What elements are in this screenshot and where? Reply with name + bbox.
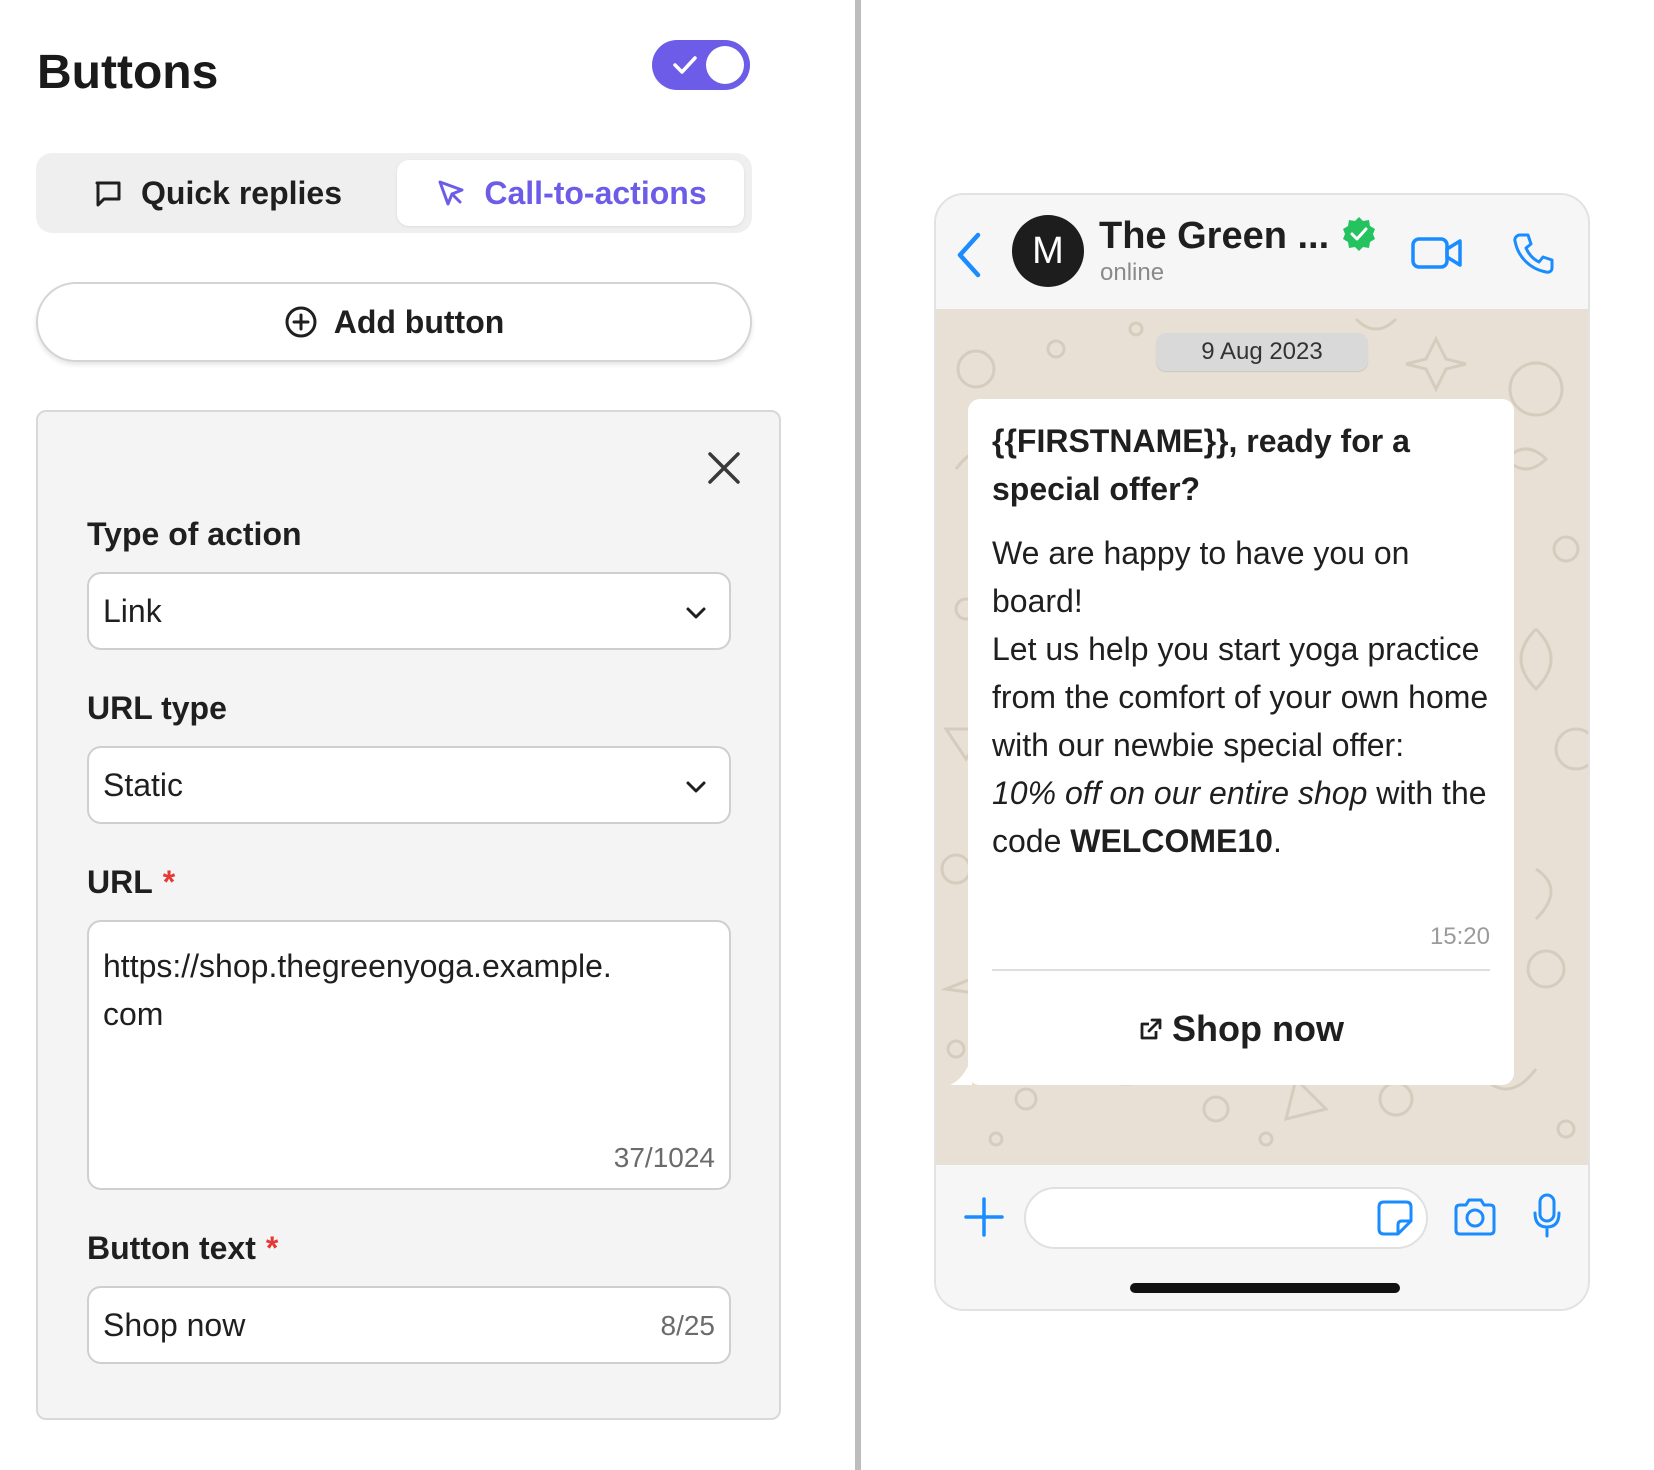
button-text-value: Shop now <box>103 1306 246 1343</box>
url-value: https://shop.thegreenyoga.example.com <box>103 948 612 1032</box>
video-call-icon[interactable] <box>1410 231 1464 275</box>
phone-call-icon[interactable] <box>1512 231 1556 275</box>
chat-bubble-icon <box>95 181 121 207</box>
chevron-down-icon <box>686 781 706 793</box>
section-title: Buttons <box>37 46 219 99</box>
shop-now-label: Shop now <box>1172 1008 1344 1049</box>
home-indicator <box>1130 1283 1400 1293</box>
message-input[interactable] <box>1024 1187 1428 1249</box>
contact-name: The Green ... <box>1099 215 1330 257</box>
message-divider <box>992 969 1490 971</box>
type-of-action-value: Link <box>103 592 162 629</box>
button-config-card: Type of action Link URL type Static URL *… <box>36 410 781 1420</box>
type-of-action-select[interactable]: Link <box>87 572 731 650</box>
chat-area: 9 Aug 2023 {{FIRSTNAME}}, ready for a sp… <box>936 309 1588 1165</box>
type-of-action-label: Type of action <box>87 516 302 552</box>
add-button[interactable]: Add button <box>36 282 752 362</box>
button-editor-panel: Buttons Quick replies Call-to-actions Ad… <box>0 0 858 1470</box>
message-time: 15:20 <box>1429 923 1490 950</box>
avatar: M <box>1012 215 1084 287</box>
add-button-label: Add button <box>333 303 505 340</box>
url-textarea[interactable]: https://shop.thegreenyoga.example.com 37… <box>87 920 731 1190</box>
sticker-icon[interactable] <box>1376 1199 1414 1237</box>
button-text-label: Button text * <box>87 1230 279 1266</box>
url-char-counter: 37/1024 <box>613 1142 715 1173</box>
chat-input-bar <box>936 1165 1588 1309</box>
buttons-toggle[interactable] <box>652 40 750 90</box>
chat-header: M The Green ... online <box>936 195 1588 309</box>
url-type-value: Static <box>103 766 184 803</box>
date-divider: 9 Aug 2023 <box>1156 333 1368 371</box>
verified-badge-icon <box>1343 217 1375 251</box>
required-mark: * <box>265 1230 279 1266</box>
chevron-down-icon <box>686 607 706 619</box>
message-line-2: Let us help you start yoga practice from… <box>992 631 1489 763</box>
close-icon[interactable] <box>704 448 744 488</box>
message-body: We are happy to have you on board! Let u… <box>992 529 1492 865</box>
tab-call-to-actions-label: Call-to-actions <box>484 174 707 211</box>
message-end: . <box>1272 823 1282 859</box>
message-header: {{FIRSTNAME}}, ready for a special offer… <box>992 423 1410 507</box>
cursor-click-icon <box>438 180 464 206</box>
tab-call-to-actions[interactable]: Call-to-actions <box>397 160 744 226</box>
shop-now-cta-button[interactable]: Shop now <box>968 989 1514 1069</box>
whatsapp-preview: M The Green ... online 9 Aug 2023 {{FIRS… <box>934 193 1590 1311</box>
button-type-tabs: Quick replies Call-to-actions <box>36 153 752 233</box>
back-arrow-icon[interactable] <box>950 229 990 281</box>
toggle-knob <box>706 46 744 84</box>
plus-circle-icon <box>285 306 317 338</box>
contact-status: online <box>1100 259 1165 286</box>
button-text-input[interactable]: Shop now 8/25 <box>87 1286 731 1364</box>
message-promo-code: WELCOME10 <box>1070 823 1273 859</box>
plus-icon[interactable] <box>962 1195 1006 1239</box>
tab-quick-replies-label: Quick replies <box>141 174 342 211</box>
button-text-char-counter: 8/25 <box>660 1310 716 1341</box>
message-bubble: {{FIRSTNAME}}, ready for a special offer… <box>968 399 1514 1085</box>
url-type-label: URL type <box>87 690 227 726</box>
message-line-1: We are happy to have you on board! <box>992 535 1410 619</box>
url-type-select[interactable]: Static <box>87 746 731 824</box>
required-mark: * <box>162 864 176 900</box>
panel-divider <box>855 0 861 1470</box>
camera-icon[interactable] <box>1452 1197 1498 1237</box>
check-icon <box>673 56 697 74</box>
message-offer-italic: 10% off on our entire shop <box>992 775 1368 811</box>
microphone-icon[interactable] <box>1532 1193 1562 1239</box>
url-label: URL * <box>87 864 176 900</box>
external-link-icon <box>1140 1018 1162 1040</box>
tab-quick-replies[interactable]: Quick replies <box>91 160 342 226</box>
